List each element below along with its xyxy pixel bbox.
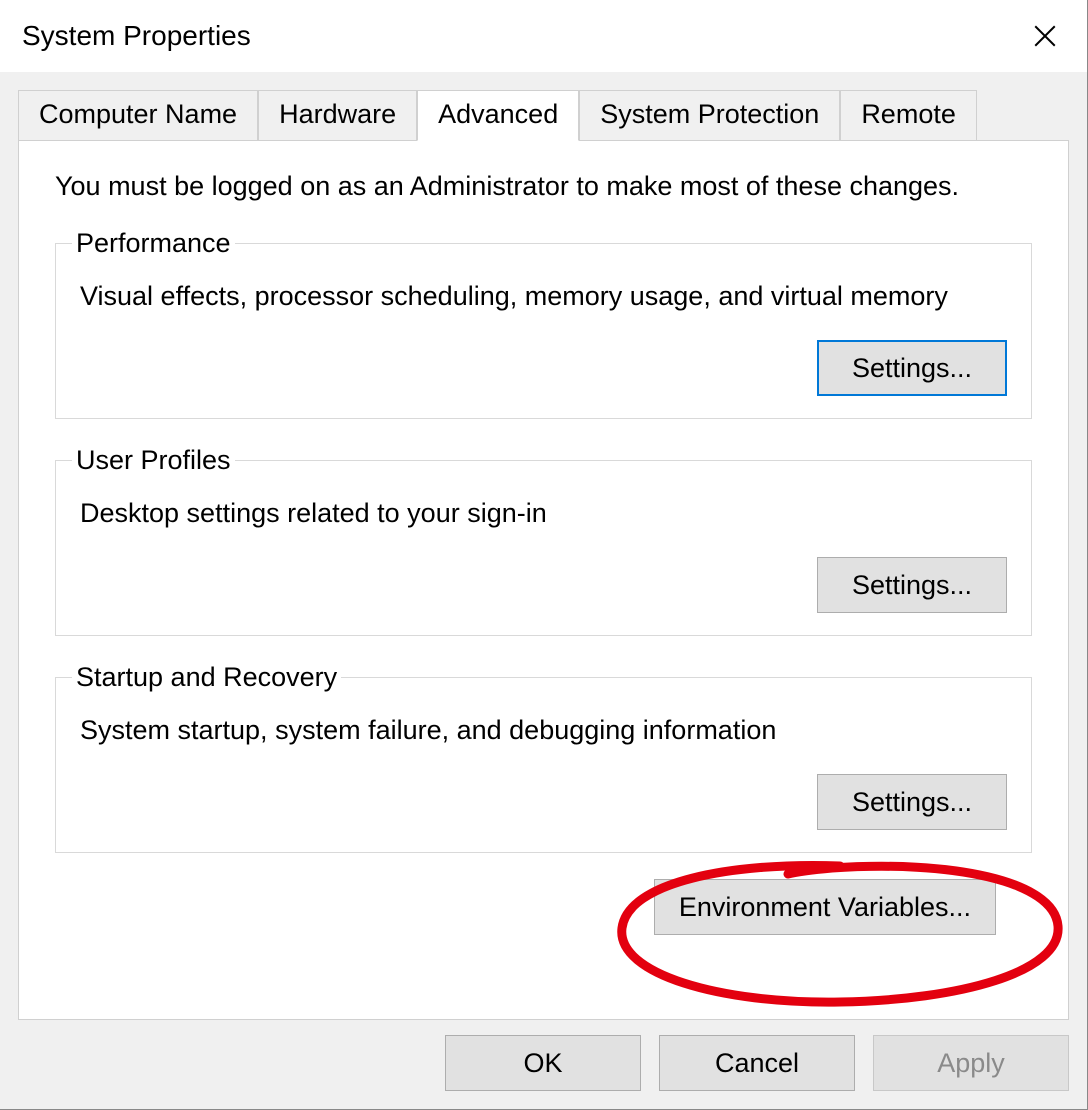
ok-button[interactable]: OK [445, 1035, 641, 1091]
tab-strip: Computer Name Hardware Advanced System P… [18, 90, 1069, 140]
performance-desc: Visual effects, processor scheduling, me… [80, 281, 1007, 312]
performance-button-row: Settings... [80, 340, 1007, 396]
admin-note: You must be logged on as an Administrato… [55, 171, 1032, 202]
tab-advanced[interactable]: Advanced [417, 90, 579, 141]
user-profiles-button-row: Settings... [80, 557, 1007, 613]
startup-recovery-settings-button[interactable]: Settings... [817, 774, 1007, 830]
environment-variables-button[interactable]: Environment Variables... [654, 879, 996, 935]
user-profiles-desc: Desktop settings related to your sign-in [80, 498, 1007, 529]
performance-legend: Performance [72, 228, 235, 259]
user-profiles-legend: User Profiles [72, 445, 235, 476]
startup-recovery-button-row: Settings... [80, 774, 1007, 830]
client-area: Computer Name Hardware Advanced System P… [0, 72, 1087, 1109]
performance-settings-button[interactable]: Settings... [817, 340, 1007, 396]
startup-recovery-group: Startup and Recovery System startup, sys… [55, 662, 1032, 853]
apply-button: Apply [873, 1035, 1069, 1091]
cancel-button[interactable]: Cancel [659, 1035, 855, 1091]
window-title: System Properties [22, 20, 251, 52]
tab-computer-name[interactable]: Computer Name [18, 90, 258, 140]
dialog-button-row: OK Cancel Apply [445, 1035, 1069, 1091]
tab-system-protection[interactable]: System Protection [579, 90, 840, 140]
startup-recovery-desc: System startup, system failure, and debu… [80, 715, 1007, 746]
tab-remote[interactable]: Remote [840, 90, 977, 140]
env-vars-row: Environment Variables... [55, 879, 1032, 935]
performance-group: Performance Visual effects, processor sc… [55, 228, 1032, 419]
user-profiles-settings-button[interactable]: Settings... [817, 557, 1007, 613]
system-properties-window: System Properties Computer Name Hardware… [0, 0, 1088, 1110]
advanced-tab-panel: You must be logged on as an Administrato… [18, 140, 1069, 1020]
tab-hardware[interactable]: Hardware [258, 90, 417, 140]
titlebar: System Properties [0, 0, 1087, 72]
close-button[interactable] [1021, 12, 1069, 60]
user-profiles-group: User Profiles Desktop settings related t… [55, 445, 1032, 636]
startup-recovery-legend: Startup and Recovery [72, 662, 341, 693]
close-icon [1032, 23, 1058, 49]
